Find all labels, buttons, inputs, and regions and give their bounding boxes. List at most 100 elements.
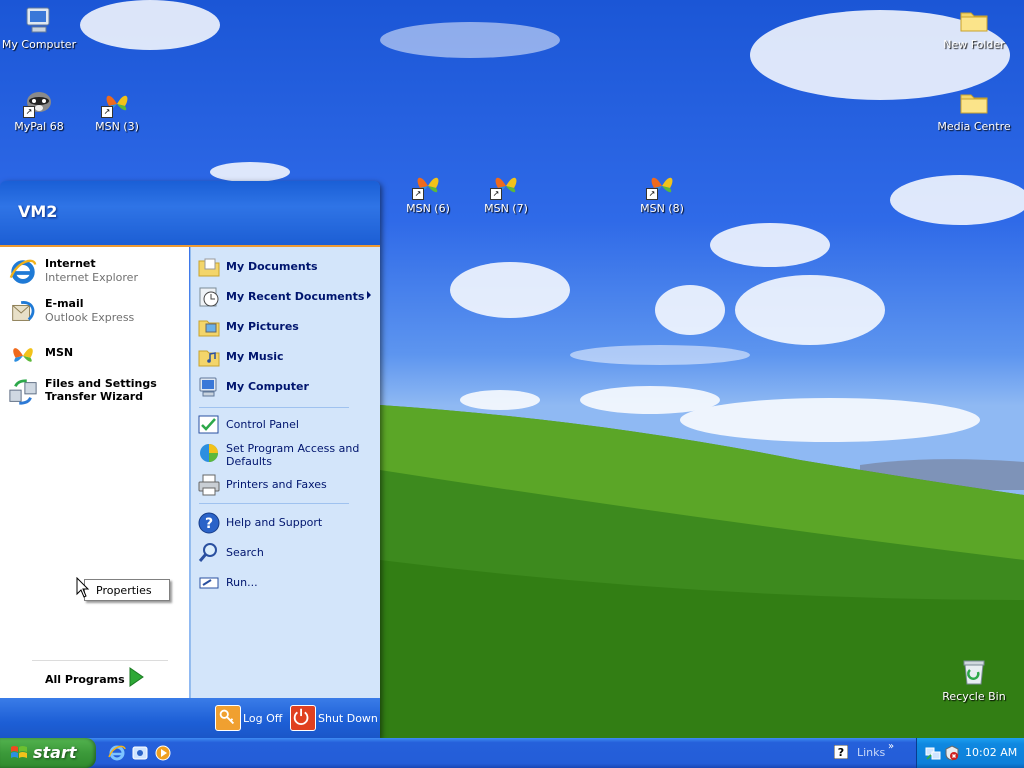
- taskbar: start ? Links » 10:02 AM: [0, 738, 1024, 768]
- pinned-title: MSN: [45, 346, 74, 359]
- context-menu-properties[interactable]: Properties: [84, 579, 170, 601]
- transfer-wizard-icon: [8, 377, 40, 409]
- pinned-msn[interactable]: MSN: [8, 337, 184, 371]
- pinned-subtitle: Outlook Express: [45, 311, 135, 324]
- svg-text:?: ?: [838, 746, 844, 759]
- pinned-internet[interactable]: Internet Internet Explorer: [8, 255, 184, 289]
- pinned-files-settings-wizard[interactable]: Files and Settings Transfer Wizard: [8, 375, 158, 409]
- printer-icon: [197, 473, 221, 497]
- menu-my-documents[interactable]: My Documents: [197, 255, 377, 279]
- menu-my-pictures[interactable]: My Pictures: [197, 315, 377, 339]
- user-name: VM2: [18, 202, 58, 221]
- desktop-icon-label: MSN (6): [406, 202, 450, 215]
- menu-my-music[interactable]: My Music: [197, 345, 377, 369]
- msn-butterfly-icon: ↗: [490, 168, 522, 200]
- menu-label: Control Panel: [226, 418, 299, 431]
- menu-search[interactable]: Search: [197, 541, 377, 565]
- start-menu-footer: Log Off Shut Down: [0, 698, 380, 738]
- properties-label: Properties: [96, 584, 152, 597]
- run-icon: [197, 571, 221, 595]
- menu-label: Run...: [226, 576, 258, 589]
- links-label: Links: [857, 746, 886, 759]
- pinned-title: Internet: [45, 257, 96, 270]
- my-computer-icon: [23, 4, 55, 36]
- all-programs-label: All Programs: [45, 673, 125, 686]
- menu-run[interactable]: Run...: [197, 571, 377, 595]
- menu-label: My Music: [226, 350, 284, 363]
- start-button[interactable]: start: [0, 738, 96, 768]
- desktop-icon-mypal[interactable]: ↗ MyPal 68: [1, 86, 77, 133]
- log-off-label: Log Off: [243, 712, 283, 725]
- desktop-icon-my-computer[interactable]: My Computer: [1, 4, 77, 51]
- menu-set-program-access[interactable]: Set Program Access and Defaults: [197, 441, 377, 473]
- shortcut-arrow-icon: ↗: [646, 188, 658, 200]
- quicklaunch-media-player-icon[interactable]: [154, 744, 172, 762]
- help-small-icon: ?: [834, 745, 848, 759]
- msn-butterfly-icon: ↗: [646, 168, 678, 200]
- documents-folder-icon: [197, 255, 221, 279]
- desktop-icon-new-folder[interactable]: New Folder: [936, 4, 1012, 51]
- menu-label: My Documents: [226, 260, 318, 273]
- program-access-icon: [197, 441, 221, 465]
- menu-label: Set Program Access and Defaults: [226, 442, 360, 468]
- menu-label: My Recent Documents: [226, 290, 365, 303]
- desktop-icon-msn-6[interactable]: ↗ MSN (6): [390, 168, 466, 215]
- shortcut-arrow-icon: ↗: [490, 188, 502, 200]
- shortcut-arrow-icon: ↗: [412, 188, 424, 200]
- msn-butterfly-icon: ↗: [412, 168, 444, 200]
- menu-control-panel[interactable]: Control Panel: [197, 413, 377, 437]
- links-chevron-icon[interactable]: »: [888, 741, 894, 752]
- windows-flag-icon: [11, 746, 27, 758]
- outlook-express-icon: [8, 297, 40, 329]
- power-icon: [290, 705, 316, 731]
- menu-my-computer[interactable]: My Computer: [197, 375, 377, 399]
- internet-explorer-icon: [8, 257, 40, 289]
- recycle-bin-icon: [958, 656, 990, 688]
- desktop-icon-msn-7[interactable]: ↗ MSN (7): [468, 168, 544, 215]
- log-off-button[interactable]: Log Off: [215, 705, 285, 731]
- menu-printers-faxes[interactable]: Printers and Faxes: [197, 473, 377, 497]
- svg-text:?: ?: [205, 516, 213, 532]
- menu-label: Search: [226, 546, 264, 559]
- desktop-icon-label: My Computer: [1, 38, 77, 51]
- menu-label: My Pictures: [226, 320, 299, 333]
- desktop-icon-msn-3[interactable]: ↗ MSN (3): [79, 86, 155, 133]
- desktop-icon-label: Recycle Bin: [942, 690, 1006, 703]
- desktop-icon-msn-8[interactable]: ↗ MSN (8): [624, 168, 700, 215]
- shortcut-arrow-icon: ↗: [23, 106, 35, 118]
- quicklaunch-show-desktop-icon[interactable]: [131, 744, 149, 762]
- pinned-email[interactable]: E-mail Outlook Express: [8, 295, 184, 329]
- recent-documents-icon: [197, 285, 221, 309]
- menu-my-recent-documents[interactable]: My Recent Documents: [197, 285, 377, 309]
- network-tray-icon[interactable]: [925, 745, 941, 761]
- desktop-icon-media-centre[interactable]: Media Centre: [936, 86, 1012, 133]
- menu-help-support[interactable]: ? Help and Support: [197, 511, 377, 535]
- shut-down-label: Shut Down: [318, 712, 378, 725]
- clock[interactable]: 10:02 AM: [965, 746, 1017, 759]
- mouse-cursor-icon: [76, 577, 90, 598]
- pinned-subtitle: Internet Explorer: [45, 271, 138, 284]
- security-alert-tray-icon[interactable]: [944, 745, 960, 761]
- system-tray: 10:02 AM: [916, 738, 1024, 768]
- folder-icon: [958, 86, 990, 118]
- desktop-icon-label: New Folder: [943, 38, 1005, 51]
- computer-icon: [197, 375, 221, 399]
- desktop-icon-recycle-bin[interactable]: Recycle Bin: [936, 656, 1012, 703]
- raccoon-icon: ↗: [23, 86, 55, 118]
- links-toolbar[interactable]: ? Links »: [830, 738, 910, 768]
- start-menu-left-pane: Internet Internet Explorer E-mail Outloo…: [0, 247, 189, 698]
- folder-icon: [958, 4, 990, 36]
- desktop-icon-label: MSN (8): [640, 202, 684, 215]
- shut-down-button[interactable]: Shut Down: [290, 705, 378, 731]
- menu-separator: [199, 503, 349, 504]
- quicklaunch-ie-icon[interactable]: [108, 744, 126, 762]
- all-programs-button[interactable]: All Programs: [32, 660, 168, 687]
- pictures-folder-icon: [197, 315, 221, 339]
- menu-label: My Computer: [226, 380, 309, 393]
- menu-separator: [199, 407, 349, 408]
- control-panel-icon: [197, 413, 221, 437]
- shortcut-arrow-icon: ↗: [101, 106, 113, 118]
- start-menu-user-header: VM2: [0, 181, 380, 247]
- help-icon: ?: [197, 511, 221, 535]
- start-label: start: [33, 743, 77, 762]
